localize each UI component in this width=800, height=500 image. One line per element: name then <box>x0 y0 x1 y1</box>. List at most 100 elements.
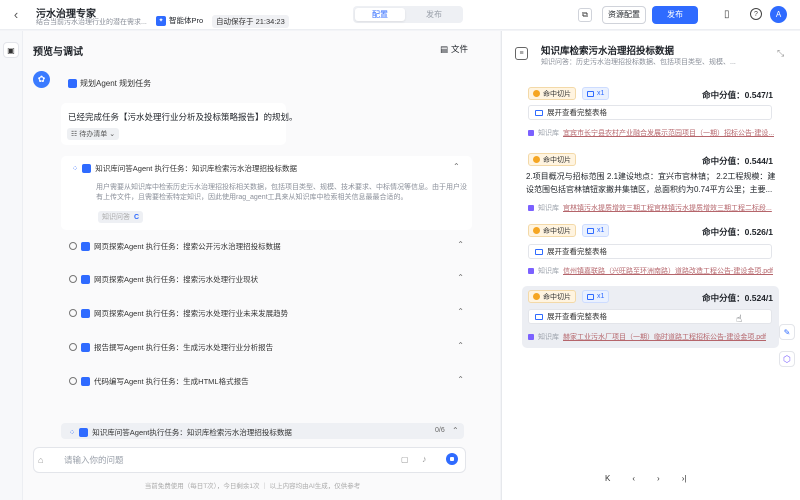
chevron-up-icon: ⌃ <box>457 273 464 282</box>
clock-icon <box>69 343 77 351</box>
model-badge[interactable]: ✦ 智能体Pro <box>156 15 203 26</box>
publish-button[interactable]: 发布 <box>652 6 698 24</box>
assistant-icon[interactable]: ⬡ <box>779 351 795 367</box>
kb-label: 知识库 <box>538 130 559 137</box>
todo-label: 待办清单 <box>79 131 108 138</box>
help-icon[interactable]: ? <box>750 8 762 20</box>
table-count: x1 <box>597 293 605 300</box>
file-button[interactable]: ▤ 文件 <box>440 43 468 55</box>
result-card[interactable]: 命中切片 x1 命中分值：0.526/1 展开查看完整表格 知识库 信州镇嘉联路（… <box>522 223 779 279</box>
table-count-chip: x1 <box>582 290 610 303</box>
kb-icon <box>528 130 534 136</box>
task-row[interactable]: 网页探索Agent 执行任务：搜索污水处理行业现状 ⌃ <box>69 273 464 285</box>
agent-icon <box>81 274 90 284</box>
app-description: 结合当前污水治理行业的潜在需求... <box>36 19 147 26</box>
result-source[interactable]: 知识库 宜宾市长宁县农村产业融合发展示范园项目（一期）招标公告-建设... <box>528 128 774 138</box>
task-row-expanded[interactable]: ⁘ 知识库问答Agent 执行任务：知识库检索污水治理招投标数据 <box>72 163 297 174</box>
next-page-button[interactable]: › <box>657 474 660 483</box>
subtask-progress: 0/6 <box>435 427 445 434</box>
task-row[interactable]: 网页探索Agent 执行任务：搜索污水处理行业未来发展趋势 ⌃ <box>69 307 464 319</box>
table-count-chip: x1 <box>582 87 610 100</box>
hit-score: 命中分值：0.526/1 <box>702 227 773 237</box>
expand-label: 展开查看完整表格 <box>547 312 607 321</box>
kb-label: 知识库 <box>538 268 559 275</box>
agent-icon <box>81 342 90 352</box>
file-button-label: 文件 <box>451 44 469 54</box>
tab-publish[interactable]: 发布 <box>408 8 460 21</box>
query-label: 知识问答： <box>541 59 576 66</box>
slice-icon <box>533 90 540 97</box>
chat-input[interactable] <box>64 452 384 468</box>
first-page-button[interactable]: K <box>605 474 610 483</box>
task-title: 报告撰写Agent 执行任务：生成污水处理行业分析报告 <box>94 342 274 352</box>
model-icon: ✦ <box>156 15 166 26</box>
table-count: x1 <box>597 227 605 234</box>
clock-icon <box>69 377 77 385</box>
table-icon <box>587 293 594 300</box>
expand-table-button[interactable]: 展开查看完整表格 <box>528 105 772 120</box>
task-row[interactable]: 报告撰写Agent 执行任务：生成污水处理行业分析报告 ⌃ <box>69 341 464 353</box>
mic-icon[interactable]: ♪ <box>422 454 427 464</box>
spinner-icon: ⁘ <box>69 428 76 437</box>
kb-label: 知识库 <box>538 205 559 212</box>
back-chevron-icon[interactable]: ‹ <box>10 6 22 22</box>
hit-slice-chip: 命中切片 <box>528 153 576 166</box>
source-link[interactable]: 宜宾市长宁县农村产业融合发展示范园项目（一期）招标公告-建设... <box>563 128 774 138</box>
attach-icon[interactable]: ▢ <box>401 455 409 464</box>
result-card[interactable]: 命中切片 x1 命中分值：0.547/1 展开查看完整表格 知识库 宜宾市长宁县农… <box>522 84 779 144</box>
kb-icon <box>528 334 534 340</box>
todo-list-chip[interactable]: ☷ 待办清单 ⌄ <box>67 128 120 140</box>
result-card[interactable]: 命中切片 命中分值：0.544/1 2.项目概况与招标范围 2.1建设地点：宜兴… <box>522 150 779 216</box>
knowledge-icon: ≡ <box>515 47 528 60</box>
new-chat-icon[interactable]: ⌂ <box>38 455 43 465</box>
source-link[interactable]: 官林镇污水提质增效三期工程官林镇污水提质增效三期工程二标段... <box>563 203 772 213</box>
kb-icon <box>528 268 534 274</box>
task-title: 网页探索Agent 执行任务：搜索污水处理行业未来发展趋势 <box>94 308 289 318</box>
tab-config[interactable]: 配置 <box>355 8 405 21</box>
hit-score: 命中分值：0.547/1 <box>702 90 773 100</box>
edit-icon[interactable]: ✎ <box>779 324 795 340</box>
send-button[interactable] <box>446 453 458 465</box>
hit-label: 命中切片 <box>543 293 571 301</box>
hit-slice-chip: 命中切片 <box>528 290 576 303</box>
agent-icon <box>81 308 90 318</box>
plan-agent-label: 规划Agent 规划任务 <box>68 78 151 89</box>
result-source[interactable]: 知识库 信州镇嘉联路（兴旺路至环洲南路）道路改造工程公告-建设金项.pdf <box>528 266 773 276</box>
plan-message-text: 已经完成任务【污水处理行业分析及投标策略报告】的规划。 <box>68 112 298 122</box>
hit-label: 命中切片 <box>543 90 571 98</box>
chevron-up-icon: ⌃ <box>457 375 464 384</box>
expand-table-button[interactable]: 展开查看完整表格 <box>528 244 772 259</box>
copy-icon[interactable]: ⧉ <box>578 8 592 22</box>
slice-icon <box>533 156 540 163</box>
last-page-button[interactable]: ›| <box>682 474 687 483</box>
knowledge-qa-chip[interactable]: 知识问答 C <box>98 211 144 223</box>
result-source[interactable]: 知识库 官林镇污水提质增效三期工程官林镇污水提质增效三期工程二标段... <box>528 203 772 213</box>
hit-label: 命中切片 <box>543 156 571 164</box>
spinner-icon: ⁘ <box>72 164 79 173</box>
source-link[interactable]: 赫家工业污水厂项目（一期）临时道路工程招标公告-建设金项.pdf <box>563 332 766 342</box>
prev-page-button[interactable]: ‹ <box>632 474 635 483</box>
source-link[interactable]: 信州镇嘉联路（兴旺路至环洲南路）道路改造工程公告-建设金项.pdf <box>563 266 773 276</box>
pagination: K ‹ › ›| <box>605 474 686 483</box>
chip-label: 知识问答 <box>102 214 130 221</box>
file-icon: ▤ <box>440 43 449 54</box>
task-title: 网页探索Agent 执行任务：搜索公开污水治理招投标数据 <box>94 241 281 251</box>
book-icon[interactable]: ▯ <box>724 9 730 20</box>
chevron-up-icon[interactable]: ⌃ <box>452 426 459 435</box>
chevron-up-icon[interactable]: ⌃ <box>453 162 460 171</box>
resource-config-button[interactable]: 资源配置 <box>602 6 646 24</box>
task-row[interactable]: 代码编写Agent 执行任务：生成HTML格式报告 ⌃ <box>69 375 464 387</box>
hand-cursor-icon: ☝ <box>736 314 743 325</box>
agent-icon <box>81 376 90 386</box>
slice-icon <box>533 293 540 300</box>
task-row[interactable]: 网页探索Agent 执行任务：搜索公开污水治理招投标数据 ⌃ <box>69 240 464 252</box>
result-source[interactable]: 知识库 赫家工业污水厂项目（一期）临时道路工程招标公告-建设金项.pdf <box>528 332 766 342</box>
query-text: 历史污水治理招投标数据、包括项目类型、规模、... <box>576 59 736 66</box>
collapse-icon[interactable]: ⤡ <box>777 48 784 59</box>
preview-panel-icon[interactable]: ▣ <box>3 42 19 58</box>
task-title: 网页探索Agent 执行任务：搜索污水处理行业现状 <box>94 274 259 284</box>
avatar[interactable]: A <box>770 6 787 23</box>
slice-icon <box>533 227 540 234</box>
table-icon <box>535 313 543 320</box>
chevron-up-icon: ⌃ <box>457 341 464 350</box>
